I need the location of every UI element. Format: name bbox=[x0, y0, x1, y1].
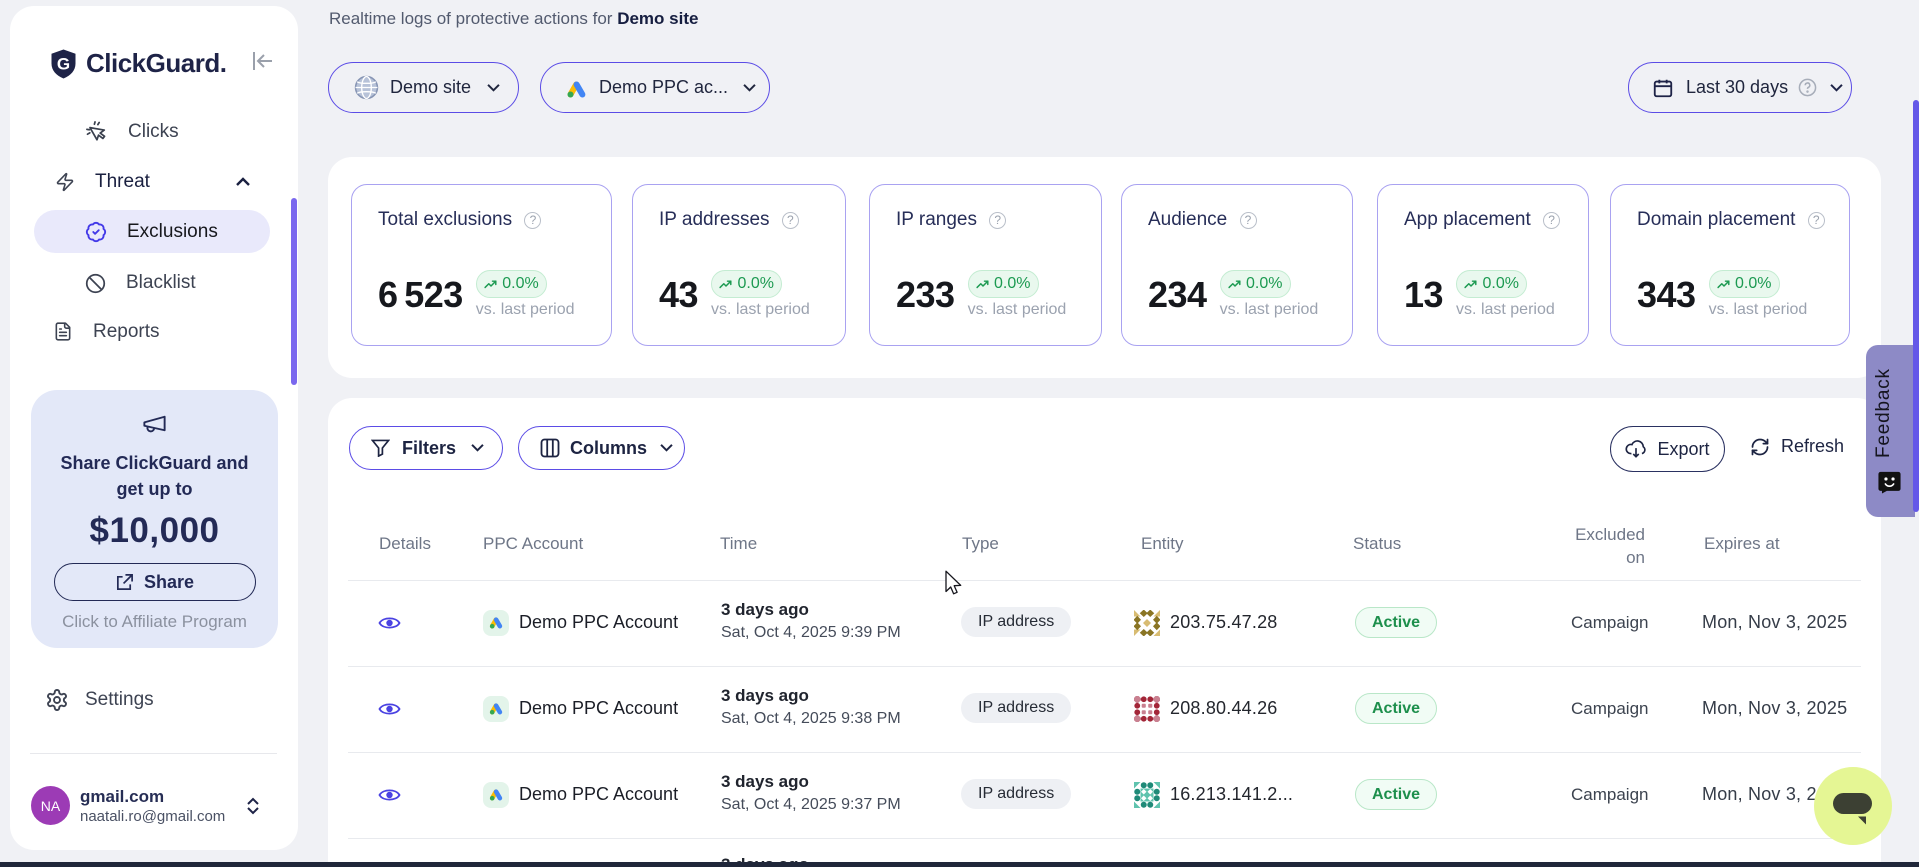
svg-text:G: G bbox=[57, 54, 70, 73]
